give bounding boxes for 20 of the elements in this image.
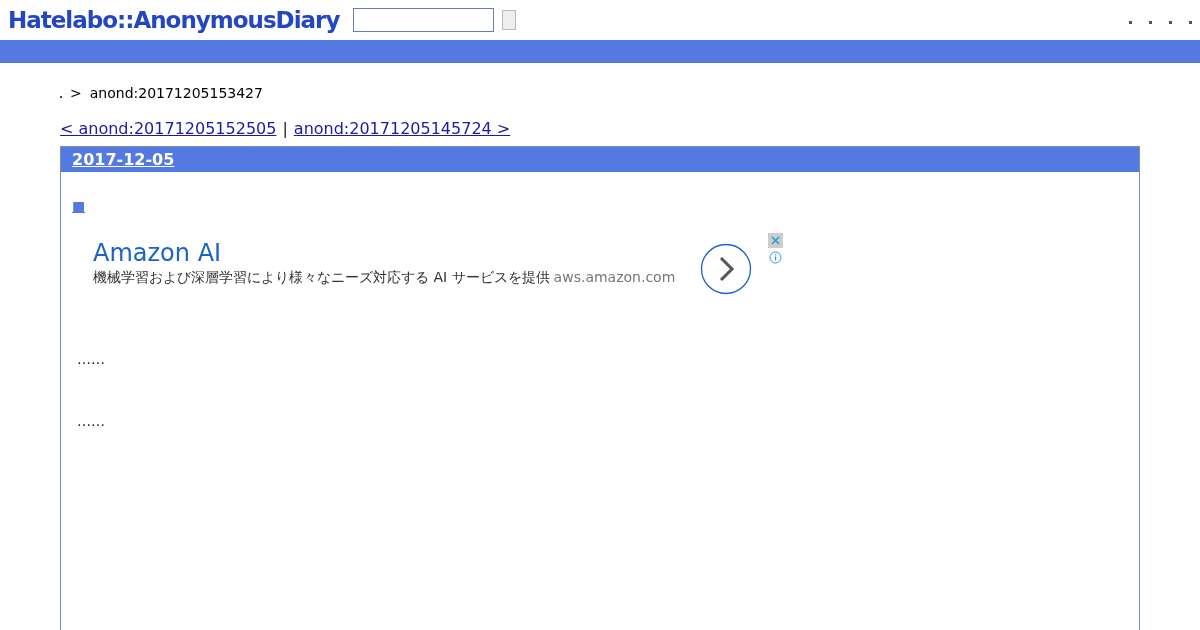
ad-banner[interactable]: Amazon AI 機械学習および深層学習により様々なニーズ対応する AI サービスを提供 aws.amazon.com: [93, 233, 783, 295]
broken-image-icon[interactable]: [1189, 20, 1192, 24]
site-logo[interactable]: Hatelabo::AnonymousDiary: [8, 7, 340, 33]
previous-entry-link[interactable]: < anond:20171205152505: [60, 119, 277, 138]
ad-description: 機械学習および深層学習により様々なニーズ対応する AI サービスを提供: [93, 269, 550, 285]
broken-image-icon[interactable]: [1169, 20, 1172, 24]
paragraph: ……: [77, 351, 106, 367]
paragraph: ……: [77, 413, 106, 429]
next-entry-link[interactable]: anond:20171205145724 >: [293, 119, 511, 138]
breadcrumb-separator: >: [70, 85, 82, 101]
broken-image-icon[interactable]: [1149, 20, 1152, 24]
date-link[interactable]: 2017-12-05: [72, 150, 175, 169]
ad-domain: aws.amazon.com: [553, 269, 676, 285]
pager-divider: |: [282, 119, 288, 138]
search-field[interactable]: [353, 8, 495, 32]
breadcrumb-current: anond:20171205153427: [89, 85, 263, 101]
broken-image-icon[interactable]: [1129, 20, 1132, 24]
ad-title[interactable]: Amazon AI: [93, 239, 700, 267]
section-mark-link[interactable]: ■: [72, 198, 86, 214]
chevron-right-icon[interactable]: [700, 243, 752, 295]
